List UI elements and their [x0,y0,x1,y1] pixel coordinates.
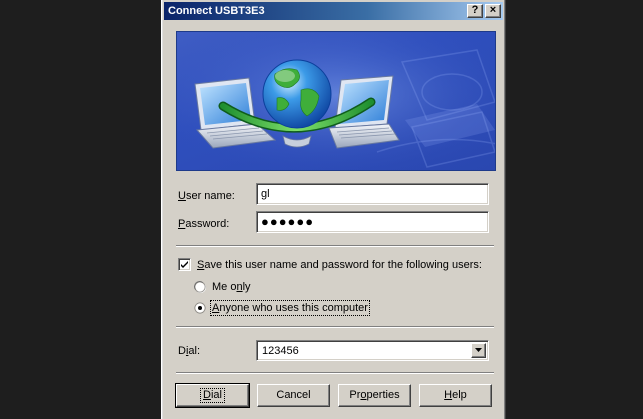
cancel-button[interactable]: Cancel [257,384,330,407]
network-globe-laptops-illustration [177,32,495,170]
username-field[interactable]: gl [256,183,489,205]
connect-dialog: Connect USBT3E3 ? × User name: gl Passwo… [161,0,506,419]
chevron-down-icon [475,348,482,352]
dial-button[interactable]: Dial [175,383,250,408]
password-field[interactable]: ●●●●●● [256,211,489,233]
dial-label: Dial: [178,345,201,357]
dial-combobox[interactable]: 123456 [256,340,489,361]
save-credentials-label[interactable]: Save this user name and password for the… [197,258,482,272]
banner-image [176,31,496,171]
properties-button[interactable]: Properties [338,384,411,407]
dial-value: 123456 [262,345,299,357]
separator-bottom [176,372,494,374]
close-icon: × [489,4,497,16]
help-icon: ? [471,4,479,16]
checkmark-icon [181,261,188,268]
radio-me-only-label[interactable]: Me only [212,280,251,294]
radio-me-only[interactable] [194,281,206,293]
save-credentials-checkbox[interactable] [178,258,191,271]
help-dialog-button[interactable]: Help [419,384,492,407]
radio-anyone[interactable] [194,302,206,314]
help-button[interactable]: ? [467,4,483,18]
username-label: User name: [178,190,235,202]
dial-dropdown-button[interactable] [471,343,486,358]
close-button[interactable]: × [485,4,501,18]
radio-anyone-label[interactable]: Anyone who uses this computer [210,300,370,316]
password-label: Password: [178,218,230,230]
separator-middle [176,326,494,328]
separator-top [176,245,494,247]
title-bar[interactable]: Connect USBT3E3 ? × [164,2,503,20]
window-title: Connect USBT3E3 [168,5,265,17]
